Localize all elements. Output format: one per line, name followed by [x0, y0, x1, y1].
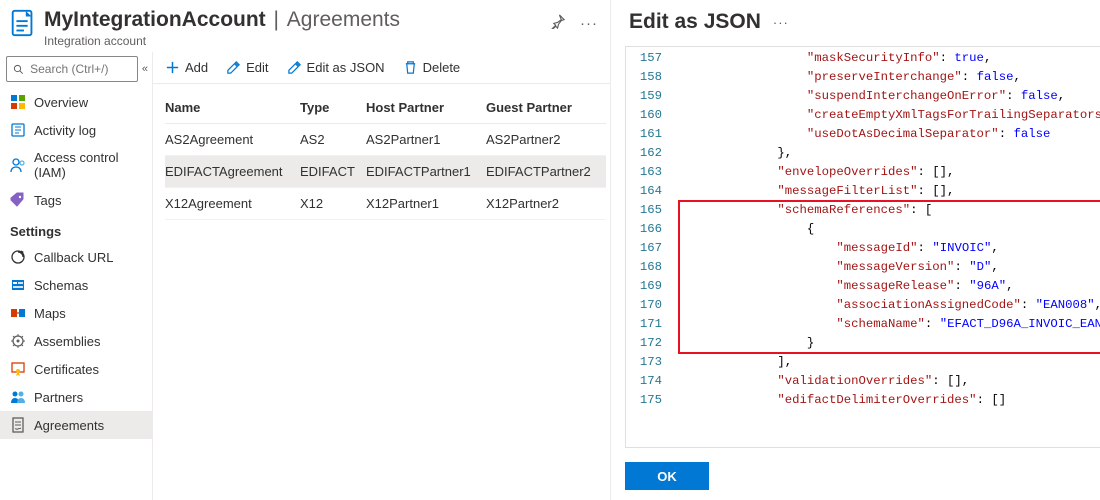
- tags-icon: [10, 192, 26, 208]
- sidebar-item-maps[interactable]: Maps: [0, 299, 152, 327]
- search-icon: [13, 63, 24, 76]
- sidebar-item-assemblies[interactable]: Assemblies: [0, 327, 152, 355]
- sidebar-item-schemas[interactable]: Schemas: [0, 271, 152, 299]
- sidebar-item-label: Callback URL: [34, 250, 113, 265]
- certificates-icon: [10, 361, 26, 377]
- assemblies-icon: [10, 333, 26, 349]
- schemas-icon: [10, 277, 26, 293]
- page-subtitle: Integration account: [44, 34, 551, 48]
- sidebar-item-partners[interactable]: Partners: [0, 383, 152, 411]
- more-icon[interactable]: ···: [580, 15, 598, 32]
- overview-icon: [10, 94, 26, 110]
- sidebar-item-label: Access control (IAM): [34, 150, 142, 180]
- table-header: Name Type Host Partner Guest Partner: [165, 92, 606, 124]
- sidebar-item-label: Schemas: [34, 278, 88, 293]
- table-row[interactable]: EDIFACTAgreementEDIFACTEDIFACTPartner1ED…: [165, 156, 606, 188]
- settings-heading: Settings: [0, 214, 152, 243]
- table-row[interactable]: AS2AgreementAS2AS2Partner1AS2Partner2: [165, 124, 606, 156]
- iam-icon: [10, 157, 26, 173]
- integration-account-icon: [8, 8, 38, 38]
- sidebar-item-tags[interactable]: Tags: [0, 186, 152, 214]
- partners-icon: [10, 389, 26, 405]
- sidebar-item-label: Partners: [34, 390, 83, 405]
- sidebar-item-label: Assemblies: [34, 334, 100, 349]
- callback-icon: [10, 249, 26, 265]
- sidebar-item-label: Certificates: [34, 362, 99, 377]
- table-row[interactable]: X12AgreementX12X12Partner1X12Partner2: [165, 188, 606, 220]
- json-editor[interactable]: 157 "maskSecurityInfo": true,158 "preser…: [625, 46, 1100, 448]
- activity-icon: [10, 122, 26, 138]
- delete-button[interactable]: Delete: [403, 60, 461, 75]
- sidebar-item-label: Maps: [34, 306, 66, 321]
- collapse-sidebar-icon[interactable]: «: [142, 63, 148, 75]
- sidebar-item-label: Tags: [34, 193, 61, 208]
- sidebar-item-activity-log[interactable]: Activity log: [0, 116, 152, 144]
- sidebar-item-agreements[interactable]: Agreements: [0, 411, 152, 439]
- sidebar-item-certificates[interactable]: Certificates: [0, 355, 152, 383]
- sidebar-item-label: Activity log: [34, 123, 96, 138]
- sidebar-item-access-control-iam-[interactable]: Access control (IAM): [0, 144, 152, 186]
- sidebar-item-label: Agreements: [34, 418, 104, 433]
- page-title: MyIntegrationAccount | Agreements: [44, 8, 551, 32]
- sidebar-item-label: Overview: [34, 95, 88, 110]
- sidebar-item-overview[interactable]: Overview: [0, 88, 152, 116]
- sidebar-item-callback-url[interactable]: Callback URL: [0, 243, 152, 271]
- ok-button[interactable]: OK: [625, 462, 709, 490]
- add-button[interactable]: Add: [165, 60, 208, 75]
- pin-icon[interactable]: [551, 14, 566, 33]
- more-icon[interactable]: ···: [773, 15, 789, 30]
- maps-icon: [10, 305, 26, 321]
- search-input[interactable]: [6, 56, 138, 82]
- agreements-icon: [10, 417, 26, 433]
- edit-json-button[interactable]: Edit as JSON: [287, 60, 385, 75]
- edit-button[interactable]: Edit: [226, 60, 268, 75]
- json-panel-title: Edit as JSON: [629, 10, 761, 34]
